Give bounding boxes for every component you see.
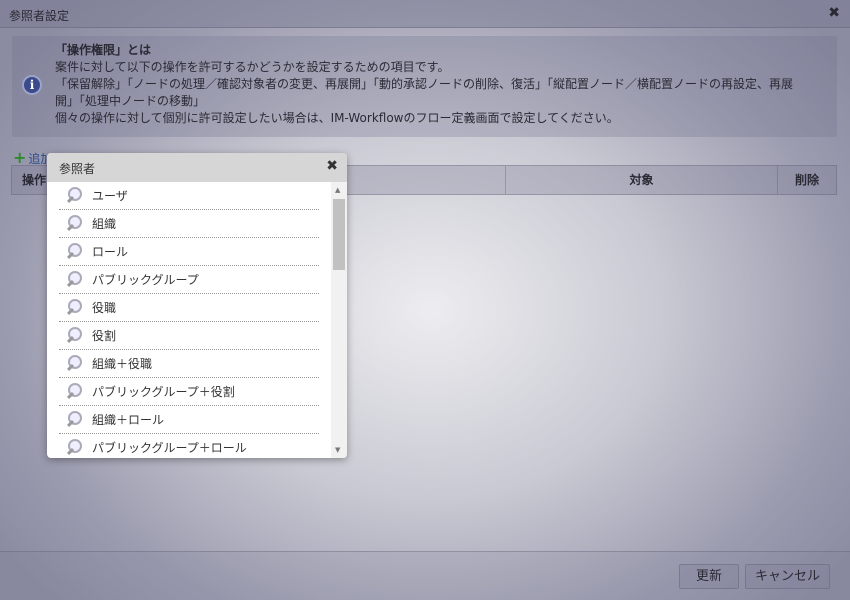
search-icon <box>65 327 82 344</box>
list-item[interactable]: 組織 <box>59 210 319 238</box>
list-item[interactable]: パブリックグループ＋役割 <box>59 378 319 406</box>
list-item[interactable]: ユーザ <box>59 182 319 210</box>
scroll-down-icon[interactable]: ▼ <box>335 446 340 454</box>
search-icon <box>65 439 82 456</box>
info-box: i 「操作権限」とは 案件に対して以下の操作を許可するかどうかを設定するための項… <box>12 36 837 137</box>
info-text: 「保留解除」「ノードの処理／確認対象者の変更、再展開」「動的承認ノードの削除、復… <box>55 77 794 91</box>
update-button[interactable]: 更新 <box>679 564 739 589</box>
search-icon <box>65 243 82 260</box>
info-icon: i <box>22 75 42 95</box>
referrer-type-list: ユーザ組織ロールパブリックグループ 役職役割組織＋役職パブリックグループ＋役割 組織… <box>47 182 331 458</box>
dialog-titlebar: 参照者設定 ✖ <box>0 0 850 28</box>
search-icon <box>65 187 82 204</box>
col-target: 対象 <box>506 166 778 194</box>
list-item-label: パブリックグループ＋役割 <box>92 385 235 399</box>
search-icon <box>65 383 82 400</box>
list-item-label: ユーザ <box>92 189 128 203</box>
popup-close-icon[interactable]: ✖ <box>326 158 338 174</box>
info-heading: 「操作権限」とは <box>55 43 152 57</box>
list-item-label: パブリックグループ <box>92 273 199 287</box>
list-item-label: 組織 <box>92 217 117 231</box>
list-item-label: ロール <box>92 245 129 259</box>
list-item[interactable]: 組織＋役職 <box>59 350 319 378</box>
list-item[interactable]: ロール <box>59 238 319 266</box>
col-delete: 削除 <box>794 173 819 187</box>
search-icon <box>65 355 82 372</box>
info-text: 開」「処理中ノードの移動」 <box>55 94 206 108</box>
cancel-button[interactable]: キャンセル <box>745 564 830 589</box>
list-item[interactable]: 役割 <box>59 322 319 350</box>
list-item-label: 組織＋ロール <box>92 413 165 427</box>
info-text: 案件に対して以下の操作を許可するかどうかを設定するための項目です。 <box>55 60 450 74</box>
search-icon <box>65 271 82 288</box>
info-text: 個々の操作に対して個別に許可設定したい場合は、IM-Workflowのフロー定義… <box>55 111 619 125</box>
scroll-up-icon[interactable]: ▲ <box>335 186 340 194</box>
list-item-label: 役職 <box>92 301 117 315</box>
list-item[interactable]: パブリックグループ <box>59 266 319 294</box>
list-item-label: 組織＋役職 <box>92 357 153 371</box>
list-item-label: 役割 <box>92 329 117 343</box>
search-icon <box>65 215 82 232</box>
scrollbar[interactable]: ▲ ▼ <box>331 182 347 458</box>
list-item[interactable]: 組織＋ロール <box>59 406 319 434</box>
close-icon[interactable]: ✖ <box>828 5 840 21</box>
popup-header: 参照者 ✖ <box>47 153 347 182</box>
list-item[interactable]: パブリックグループ＋ロール <box>59 434 319 458</box>
dialog-footer: 更新 キャンセル <box>0 551 850 600</box>
search-icon <box>65 299 82 316</box>
list-item-label: パブリックグループ＋ロール <box>92 441 247 455</box>
popup-title: 参照者 <box>59 162 96 176</box>
referrer-popup: 参照者 ✖ ユーザ組織ロールパブリックグループ 役職役割組織＋役職パブリックグルー… <box>47 153 347 458</box>
search-icon <box>65 411 82 428</box>
list-item[interactable]: 役職 <box>59 294 319 322</box>
scrollbar-thumb[interactable] <box>333 199 345 270</box>
dialog-title: 参照者設定 <box>9 9 70 23</box>
